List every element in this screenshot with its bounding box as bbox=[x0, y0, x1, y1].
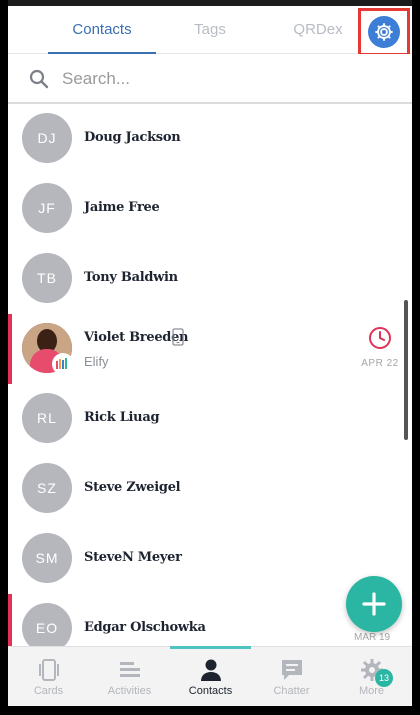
avatar: DJ bbox=[22, 113, 72, 163]
avatar: RL bbox=[22, 393, 72, 443]
nav-contacts[interactable]: Contacts bbox=[170, 646, 251, 707]
nav-chatter[interactable]: Chatter bbox=[251, 647, 332, 707]
search-bar bbox=[8, 54, 412, 104]
contact-company: Elify bbox=[84, 354, 109, 369]
nav-label: Activities bbox=[107, 685, 152, 697]
list-item[interactable]: SM SteveN Meyer bbox=[8, 524, 412, 594]
settings-button[interactable] bbox=[358, 8, 410, 56]
company-logo-icon bbox=[52, 353, 74, 375]
contact-name: Edgar Olschowka bbox=[84, 620, 206, 635]
nav-label: Chatter bbox=[273, 685, 310, 697]
plus-icon bbox=[362, 592, 386, 616]
list-item[interactable]: SZ Steve Zweigel bbox=[8, 454, 412, 524]
tab-contacts[interactable]: Contacts bbox=[48, 6, 156, 54]
reminder-date: APR 22 bbox=[361, 358, 399, 369]
contact-name: Jaime Free bbox=[84, 200, 160, 215]
list-item[interactable]: RL Rick Liuag bbox=[8, 384, 412, 454]
gear-icon bbox=[368, 16, 400, 48]
screen-bottom-edge bbox=[0, 706, 420, 715]
mobile-phone-icon bbox=[172, 328, 184, 351]
nav-cards[interactable]: Cards bbox=[8, 647, 89, 707]
reminder[interactable]: APR 22 bbox=[360, 326, 400, 369]
avatar: JF bbox=[22, 183, 72, 233]
add-contact-button[interactable] bbox=[346, 576, 402, 632]
clock-icon bbox=[369, 327, 391, 349]
contact-name: Tony Baldwin bbox=[84, 270, 178, 285]
tab-tags[interactable]: Tags bbox=[156, 6, 264, 54]
reminder-date: MAR 19 bbox=[354, 632, 391, 643]
list-item[interactable]: TB Tony Baldwin bbox=[8, 244, 412, 314]
search-icon bbox=[28, 68, 50, 95]
chatter-icon bbox=[282, 660, 302, 680]
contact-name: Rick Liuag bbox=[84, 410, 160, 425]
list-item[interactable]: JF Jaime Free bbox=[8, 174, 412, 244]
bottom-nav: Cards Activities Contacts Chatter 13 Mor… bbox=[8, 646, 412, 706]
activities-icon bbox=[120, 662, 140, 677]
app-screen: Contacts Tags QRDex DJ Doug bbox=[8, 0, 412, 715]
scrollbar[interactable] bbox=[404, 300, 408, 440]
search-input[interactable] bbox=[62, 64, 392, 94]
nav-label: More bbox=[358, 685, 385, 697]
avatar bbox=[22, 323, 74, 375]
nav-activities[interactable]: Activities bbox=[89, 647, 170, 707]
top-tab-bar: Contacts Tags QRDex bbox=[8, 6, 412, 54]
avatar: SZ bbox=[22, 463, 72, 513]
tab-qrdex[interactable]: QRDex bbox=[264, 6, 372, 54]
avatar: EO bbox=[22, 603, 72, 646]
highlight-bar bbox=[8, 314, 12, 384]
list-item[interactable]: Violet Breeden Elify APR 22 bbox=[8, 314, 412, 384]
avatar: SM bbox=[22, 533, 72, 583]
contact-name: SteveN Meyer bbox=[84, 550, 182, 565]
nav-label: Cards bbox=[33, 685, 64, 697]
contact-name: Doug Jackson bbox=[84, 130, 181, 145]
contact-name: Steve Zweigel bbox=[84, 480, 181, 495]
contact-list: DJ Doug Jackson JF Jaime Free TB Tony Ba… bbox=[8, 104, 412, 646]
contacts-icon bbox=[201, 659, 221, 681]
highlight-bar bbox=[8, 594, 12, 646]
avatar: TB bbox=[22, 253, 72, 303]
nav-more[interactable]: 13 More bbox=[331, 647, 412, 707]
cards-icon bbox=[39, 659, 59, 681]
list-item[interactable]: DJ Doug Jackson bbox=[8, 104, 412, 174]
nav-label: Contacts bbox=[188, 685, 233, 697]
